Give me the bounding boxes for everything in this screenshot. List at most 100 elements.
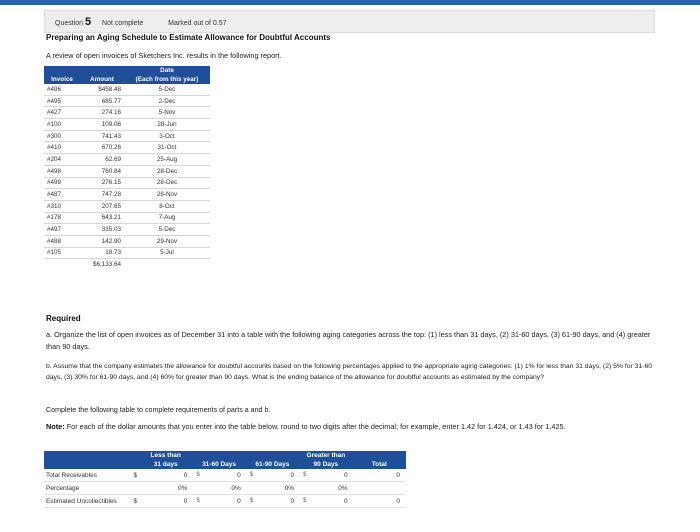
invoice-cell: #410 [44,141,80,155]
date-cell: 7-Aug [124,212,210,225]
table-row: #410 670.26 31-Oct [44,141,210,155]
row-label: Percentage [44,481,140,495]
table-row: #100 109.06 28-Jun [44,118,210,131]
table-row: #496 $458.48 5-Dec [44,84,210,96]
question-status: Not complete [102,20,144,27]
amount-cell: 760.84 [80,165,124,178]
invoice-cell: #496 [44,84,80,96]
date-cell: 28-Jun [124,118,210,131]
invoice-cell: #105 [44,247,80,260]
currency-symbol: $ [133,497,138,505]
greater-than-90-header: 90 Days [299,460,353,469]
note: Note: For each of the dollar amounts tha… [46,421,656,433]
row-label: Total Receivables $ [44,469,140,482]
amount-cell: 62.69 [80,153,124,166]
part-a-text: a. Organize the list of open invoices as… [46,330,651,351]
amount-cell: 276.15 [80,177,124,190]
date-cell: 28-Dec [124,165,210,178]
total-header: Total [352,460,406,469]
uncollectible-lt31-input[interactable]: 0 [139,494,193,508]
date-cell: 5-Nov [124,106,210,120]
complete-instruction: Complete the following table to complete… [46,406,271,414]
receivables-total: 0 [352,469,406,482]
table-row: #310 207.65 8-Oct [44,200,210,213]
invoice-cell: #427 [44,106,80,120]
table-row: #105 18.73 5-Jul [44,247,210,260]
problem-title: Preparing an Aging Schedule to Estimate … [46,33,331,42]
date-cell: 2-Dec [124,95,210,108]
amount-cell: 670.26 [80,141,124,155]
invoice-col-header: Invoice [44,75,80,84]
less-than-31-header: 31 days [139,460,193,469]
amount-cell: 18.73 [80,247,124,260]
date-cell: 3-Oct [124,130,210,143]
61-90-header: 61-90 Days [245,460,300,469]
date-cell: 28-Dec [124,177,210,190]
percentage-lt31-input[interactable]: 0% [139,481,193,495]
invoice-cell: #100 [44,118,80,131]
date-cell: 25-Aug [124,153,210,166]
table-row: #497 335.03 5-Dec [44,223,210,236]
invoice-table-header: Invoice Amount (Each from this year) [44,75,210,84]
currency-symbol: $ [133,471,138,479]
invoice-cell: #498 [44,165,80,178]
date-cell: 31-Oct [124,141,210,155]
top-bar [0,0,700,5]
percentage-31-60-input[interactable]: 0% [192,481,246,495]
date-cell: 29-Nov [124,235,210,248]
amount-cell: $458.48 [80,84,124,96]
uncollectible-gt90-input[interactable]: $0 [299,494,353,508]
required-heading: Required [46,314,81,323]
date-header: Date [124,66,210,75]
table-row: #300 741.43 3-Oct [44,130,210,143]
invoice-total: $6,133.64 [80,258,124,270]
amount-cell: 335.03 [80,223,124,236]
percentage-61-90-input[interactable]: 0% [245,481,300,495]
invoice-cell: #495 [44,95,80,108]
question-marks: Marked out of 0.57 [168,20,227,27]
amount-cell: 747.28 [80,188,124,201]
table-row: #498 760.84 28-Dec [44,165,210,178]
part-b-text: b. Assume that the company estimates the… [46,363,653,381]
amount-cell: 142.90 [80,235,124,248]
invoice-cell: #499 [44,177,80,190]
invoice-cell: #488 [44,235,80,248]
estimated-uncollectibles-row: Estimated Uncollectibles $ 0 $0 $0 $0 0 [44,494,406,508]
invoice-cell: #204 [44,153,80,166]
receivables-gt90-input[interactable]: $0 [299,469,353,482]
invoice-cell: #300 [44,130,80,143]
problem-intro: A review of open invoices of Sketchers I… [46,51,282,60]
table-row: #499 276.15 28-Dec [44,177,210,190]
receivables-lt31-input[interactable]: 0 [139,469,193,482]
date-cell: 5-Jul [124,247,210,260]
invoice-cell: #310 [44,200,80,213]
uncollectible-total: 0 [352,494,406,508]
row-label: Estimated Uncollectibles $ [44,494,140,508]
uncollectible-61-90-input[interactable]: $0 [245,494,300,508]
percentage-gt90-input[interactable]: 0% [299,481,353,495]
amount-cell: 643.21 [80,212,124,225]
amount-col-header: Amount [80,75,124,84]
percentage-row: Percentage 0% 0% 0% 0% [44,481,406,495]
receivables-61-90-input[interactable]: $0 [245,469,300,482]
31-60-header: 31-60 Days [192,460,246,469]
date-cell: 5-Dec [124,84,210,96]
invoice-cell: #178 [44,212,80,225]
invoice-table: Date Invoice Amount (Each from this year… [44,66,210,270]
invoice-cell: #487 [44,188,80,201]
note-text: For each of the dollar amounts that you … [66,422,566,431]
greater-than-header: Greater than [299,451,353,460]
receivables-31-60-input[interactable]: $0 [192,469,246,482]
aging-schedule-table: Less than Greater than 31 days 31-60 Day… [44,451,406,508]
table-row: #178 643.21 7-Aug [44,212,210,225]
amount-cell: 274.16 [80,106,124,120]
table-row: #487 747.28 28-Nov [44,188,210,201]
amount-cell: 741.43 [80,130,124,143]
amount-cell: 109.06 [80,118,124,131]
table-row: #495 685.77 2-Dec [44,95,210,108]
uncollectible-31-60-input[interactable]: $0 [192,494,246,508]
note-label: Note: [46,422,65,431]
question-header: Question 5 Not complete Marked out of 0.… [44,10,655,33]
table-row: #427 274.16 5-Nov [44,106,210,120]
invoice-total-row: $6,133.64 [44,258,210,270]
